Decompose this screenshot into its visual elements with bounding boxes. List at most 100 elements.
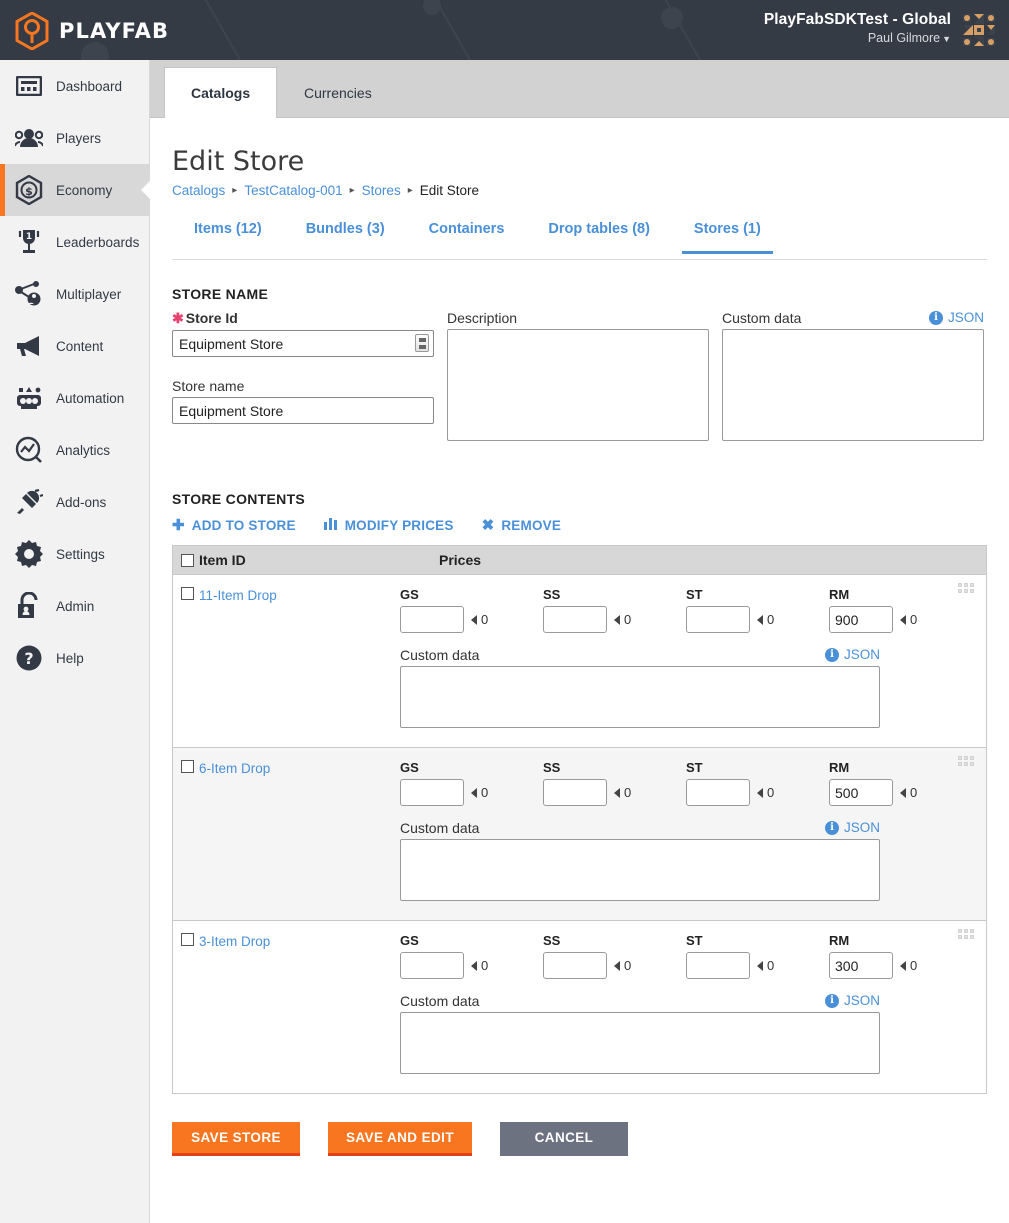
- description-label: Description: [447, 310, 709, 326]
- price-input-st[interactable]: [686, 779, 750, 806]
- subtab-bundles[interactable]: Bundles (3): [284, 218, 407, 253]
- dashboard-icon: [14, 71, 44, 101]
- lock-icon: [14, 591, 44, 621]
- sidebar-item-analytics[interactable]: Analytics: [0, 424, 149, 476]
- breadcrumb-catalogs[interactable]: Catalogs: [172, 183, 225, 198]
- sidebar-item-label: Multiplayer: [56, 287, 121, 302]
- account-title: PlayFabSDKTest - Global: [764, 10, 951, 29]
- store-id-input[interactable]: [172, 330, 434, 357]
- breadcrumb-stores[interactable]: Stores: [362, 183, 401, 198]
- sidebar-item-players[interactable]: Players: [0, 112, 149, 164]
- row-checkbox[interactable]: [181, 587, 194, 600]
- price-input-rm[interactable]: [829, 779, 893, 806]
- item-id-link[interactable]: 11-Item Drop: [199, 588, 277, 603]
- user-menu-label[interactable]: Paul Gilmore▼: [764, 31, 951, 47]
- price-input-ss[interactable]: [543, 606, 607, 633]
- gear-icon: [14, 539, 44, 569]
- currency-label: SS: [543, 760, 686, 775]
- sidebar-item-multiplayer[interactable]: Multiplayer: [0, 268, 149, 320]
- sidebar-item-content[interactable]: Content: [0, 320, 149, 372]
- triangle-left-icon: [471, 788, 477, 798]
- text-picker-icon[interactable]: [415, 334, 429, 352]
- row-json-link[interactable]: i JSON: [825, 993, 880, 1008]
- sidebar-item-label: Economy: [56, 183, 112, 198]
- breadcrumb-separator-icon: ▸: [350, 185, 355, 196]
- description-textarea[interactable]: [447, 329, 709, 441]
- sidebar-item-settings[interactable]: Settings: [0, 528, 149, 580]
- sidebar-item-add-ons[interactable]: Add-ons: [0, 476, 149, 528]
- playfab-logo[interactable]: PLAYFAB: [14, 12, 169, 50]
- sidebar-item-automation[interactable]: Automation: [0, 372, 149, 424]
- sidebar-item-admin[interactable]: Admin: [0, 580, 149, 632]
- breadcrumb-testcatalog[interactable]: TestCatalog-001: [244, 183, 342, 198]
- store-contents-table: 11-Item Drop GS 0 SS: [172, 575, 987, 1094]
- row-checkbox[interactable]: [181, 760, 194, 773]
- price-input-gs[interactable]: [400, 779, 464, 806]
- price-cell-gs: GS 0: [400, 760, 543, 806]
- custom-data-textarea[interactable]: [722, 329, 984, 441]
- account-menu[interactable]: PlayFabSDKTest - Global Paul Gilmore▼: [764, 10, 951, 47]
- subtab-containers[interactable]: Containers: [407, 218, 527, 253]
- price-input-gs[interactable]: [400, 606, 464, 633]
- stock-value: 0: [481, 958, 488, 973]
- stock-indicator-st: 0: [757, 958, 774, 973]
- page-body: Edit Store Catalogs ▸ TestCatalog-001 ▸ …: [150, 146, 1009, 1156]
- select-all-checkbox[interactable]: [181, 554, 194, 567]
- info-icon: i: [825, 821, 839, 835]
- row-json-link[interactable]: i JSON: [825, 820, 880, 835]
- price-input-ss[interactable]: [543, 779, 607, 806]
- bar-chart-icon: [324, 517, 338, 533]
- price-input-rm[interactable]: [829, 606, 893, 633]
- price-input-st[interactable]: [686, 606, 750, 633]
- custom-data-json-link[interactable]: i JSON: [929, 310, 984, 325]
- save-and-edit-button[interactable]: SAVE AND EDIT: [328, 1122, 472, 1156]
- row-prices-cell: GS 0 SS 0: [400, 587, 986, 733]
- sidebar-item-leaderboards[interactable]: 1 Leaderboards: [0, 216, 149, 268]
- modify-prices-label: MODIFY PRICES: [345, 518, 454, 533]
- drag-handle-icon[interactable]: [958, 583, 974, 593]
- store-name-input[interactable]: [172, 397, 434, 424]
- price-cell-ss: SS 0: [543, 933, 686, 979]
- item-id-link[interactable]: 3-Item Drop: [199, 934, 270, 949]
- price-input-ss[interactable]: [543, 952, 607, 979]
- row-checkbox[interactable]: [181, 933, 194, 946]
- stock-value: 0: [624, 785, 631, 800]
- row-custom-data-textarea[interactable]: [400, 666, 880, 728]
- stock-indicator-ss: 0: [614, 612, 631, 627]
- item-id-link[interactable]: 6-Item Drop: [199, 761, 270, 776]
- row-custom-data-textarea[interactable]: [400, 839, 880, 901]
- stock-value: 0: [910, 612, 917, 627]
- column-header-prices: Prices: [439, 552, 481, 568]
- price-input-rm[interactable]: [829, 952, 893, 979]
- triangle-left-icon: [900, 961, 906, 971]
- sidebar-item-economy[interactable]: $ Economy: [0, 164, 149, 216]
- row-custom-data-label: Custom data: [400, 993, 880, 1009]
- remove-button[interactable]: ✖ REMOVE: [482, 518, 562, 533]
- subtab-stores[interactable]: Stores (1): [672, 218, 783, 253]
- price-cell-ss: SS 0: [543, 760, 686, 806]
- subtab-items[interactable]: Items (12): [172, 218, 284, 253]
- plug-icon: [14, 487, 44, 517]
- price-input-gs[interactable]: [400, 952, 464, 979]
- drag-handle-icon[interactable]: [958, 929, 974, 939]
- subtab-drop-tables[interactable]: Drop tables (8): [526, 218, 672, 253]
- tab-catalogs[interactable]: Catalogs: [164, 67, 277, 118]
- drag-handle-icon[interactable]: [958, 756, 974, 766]
- save-store-button[interactable]: SAVE STORE: [172, 1122, 300, 1156]
- price-grid: GS 0 SS 0: [400, 587, 972, 633]
- cancel-button[interactable]: CANCEL: [500, 1122, 628, 1156]
- sidebar-item-help[interactable]: ? Help: [0, 632, 149, 684]
- price-cell-ss: SS 0: [543, 587, 686, 633]
- sidebar-item-dashboard[interactable]: Dashboard: [0, 60, 149, 112]
- app-grid-icon[interactable]: [961, 12, 997, 48]
- x-icon: ✖: [482, 518, 495, 533]
- row-json-link[interactable]: i JSON: [825, 647, 880, 662]
- row-custom-data-textarea[interactable]: [400, 1012, 880, 1074]
- playfab-hexagon-logo-icon: [14, 12, 50, 50]
- price-cell-gs: GS 0: [400, 587, 543, 633]
- tab-currencies[interactable]: Currencies: [278, 67, 398, 118]
- price-input-st[interactable]: [686, 952, 750, 979]
- modify-prices-button[interactable]: MODIFY PRICES: [324, 517, 454, 533]
- add-to-store-button[interactable]: ✚ ADD TO STORE: [172, 518, 296, 533]
- row-prices-cell: GS 0 SS 0: [400, 933, 986, 1079]
